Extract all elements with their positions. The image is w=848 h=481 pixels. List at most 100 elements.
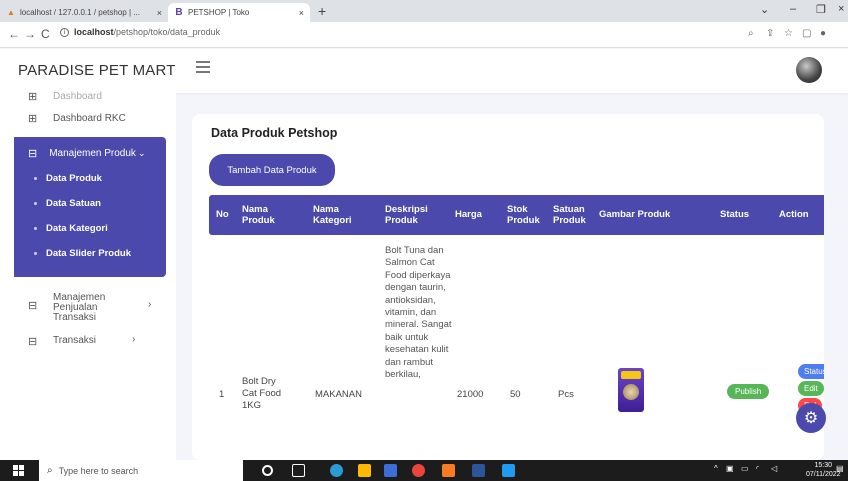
site-info-icon[interactable]: i: [60, 27, 69, 37]
grid-icon: ⊞: [28, 112, 38, 125]
col-header-gambar: Gambar Produk: [599, 209, 671, 220]
share-icon[interactable]: ⇪: [766, 28, 774, 39]
sidebar-panel-icon[interactable]: ▢: [802, 28, 811, 39]
volume-icon[interactable]: ◁: [771, 464, 777, 473]
cell-deskripsi: Bolt Tuna dan Salmon Cat Food diperkaya …: [385, 245, 452, 381]
sidebar-item-dashboard[interactable]: ⊞ Dashboard: [0, 85, 176, 107]
url-field[interactable]: i localhost /petshop/toko/data_produk: [60, 27, 220, 37]
subitem-label: Data Produk: [46, 173, 102, 184]
url-path: /petshop/toko/data_produk: [113, 27, 221, 37]
sidebar-group-header[interactable]: ⊟ Manajemen Produk ⌄: [28, 147, 145, 160]
back-icon[interactable]: ←: [8, 27, 20, 41]
table-icon: ⊟: [28, 336, 38, 348]
product-image: [618, 368, 644, 412]
bullet-icon: [34, 226, 37, 230]
sidebar-subitem-data-produk[interactable]: Data Produk: [34, 173, 102, 184]
sidebar-item-transaksi[interactable]: ⊟ Transaksi ›: [0, 333, 176, 349]
cell-no: 1: [219, 389, 225, 400]
settings-gear-icon[interactable]: ⚙: [796, 403, 826, 433]
sidebar-subitem-data-slider-produk[interactable]: Data Slider Produk: [34, 248, 131, 259]
word-icon[interactable]: [472, 464, 485, 477]
hamburger-menu-icon[interactable]: [196, 61, 210, 76]
address-bar: ← → C i localhost /petshop/toko/data_pro…: [0, 22, 848, 48]
cell-kategori: MAKANAN: [315, 389, 362, 400]
notification-icon[interactable]: ▤: [836, 464, 844, 473]
xampp-app-icon[interactable]: [442, 464, 455, 477]
chevron-right-icon: ›: [148, 299, 152, 310]
forward-icon[interactable]: →: [24, 27, 36, 41]
status-button[interactable]: Status: [798, 364, 824, 379]
tab-label: localhost / 127.0.0.1 / petshop | ...: [20, 8, 140, 17]
subitem-label: Data Kategori: [46, 223, 108, 234]
col-header-no: No: [216, 209, 229, 220]
sidebar-item-label: Manajemen Penjualan Transaksi: [53, 292, 106, 323]
bullet-icon: [34, 201, 37, 205]
grid-icon: ⊞: [28, 90, 38, 103]
reload-icon[interactable]: C: [41, 27, 50, 41]
table-row: 1 Bolt Dry Cat Food 1KG MAKANAN Bolt Tun…: [209, 235, 824, 460]
sidebar-subitem-data-kategori[interactable]: Data Kategori: [34, 223, 108, 234]
edit-button[interactable]: Edit: [798, 381, 824, 396]
tray-app-icon[interactable]: ▣: [726, 464, 734, 473]
search-icon: ⌕: [47, 465, 53, 476]
col-header-deskripsi: Deskripsi Produk: [385, 204, 428, 226]
new-tab-button[interactable]: +: [318, 3, 326, 19]
col-header-harga: Harga: [455, 209, 482, 220]
cell-harga: 21000: [457, 389, 484, 400]
col-header-status: Status: [720, 209, 750, 220]
brand-logo[interactable]: PARADISE PET MART: [18, 62, 176, 79]
minimize-icon[interactable]: –: [790, 3, 796, 15]
page-title: Data Produk Petshop: [211, 126, 338, 140]
bullet-icon: [34, 176, 37, 180]
zoom-icon[interactable]: ⌕: [748, 28, 754, 39]
tab-petshop[interactable]: B PETSHOP | Toko ×: [168, 3, 310, 22]
close-window-icon[interactable]: ×: [838, 3, 844, 15]
product-logo: [621, 371, 641, 379]
taskbar-search-box[interactable]: ⌕ Type here to search: [39, 460, 243, 481]
tab-search-icon[interactable]: ⌄: [760, 3, 769, 16]
sidebar-subitem-data-satuan[interactable]: Data Satuan: [34, 198, 101, 209]
url-host: localhost: [74, 27, 114, 37]
chevron-right-icon: ›: [132, 334, 136, 345]
profile-icon[interactable]: ●: [820, 28, 826, 39]
bookmark-star-icon[interactable]: ☆: [784, 28, 793, 39]
task-view-icon[interactable]: [292, 464, 305, 477]
close-tab-icon[interactable]: ×: [157, 8, 162, 18]
avatar[interactable]: [796, 57, 822, 83]
sidebar-item-label: Dashboard: [53, 90, 102, 102]
add-product-button[interactable]: Tambah Data Produk: [209, 154, 335, 186]
col-header-action: Action: [779, 209, 809, 220]
tab-phpmyadmin[interactable]: ▲ localhost / 127.0.0.1 / petshop | ... …: [0, 3, 168, 22]
subitem-label: Data Satuan: [46, 198, 101, 209]
cell-satuan: Pcs: [558, 389, 574, 400]
status-badge[interactable]: Publish: [727, 384, 770, 399]
chrome-icon[interactable]: [412, 464, 425, 477]
cell-stok: 50: [510, 389, 521, 400]
store-icon[interactable]: [384, 464, 397, 477]
file-explorer-icon[interactable]: [358, 464, 371, 477]
table-icon: ⊟: [28, 148, 38, 160]
sidebar-item-label: Transaksi: [53, 335, 96, 346]
edge-icon[interactable]: [330, 464, 343, 477]
data-produk-card: Data Produk Petshop Tambah Data Produk N…: [192, 114, 824, 460]
cortana-icon[interactable]: [262, 465, 273, 476]
tray-chevron-icon[interactable]: ^: [714, 464, 718, 473]
sidebar: ⊞ Dashboard ⊞ Dashboard RKC ⊟ Manajemen …: [0, 91, 176, 460]
bootstrap-icon: B: [175, 7, 183, 18]
sidebar-item-dashboard-rkc[interactable]: ⊞ Dashboard RKC: [0, 107, 176, 129]
sidebar-item-manajemen-penjualan[interactable]: ⊟ Manajemen Penjualan Transaksi ›: [0, 293, 176, 323]
vscode-icon[interactable]: [502, 464, 515, 477]
sidebar-item-manajemen-produk[interactable]: ⊟ Manajemen Produk ⌄ Data Produk Data Sa…: [14, 137, 166, 277]
restore-icon[interactable]: ❐: [816, 3, 826, 16]
browser-tab-bar: ▲ localhost / 127.0.0.1 / petshop | ... …: [0, 0, 848, 22]
col-header-nama-produk: Nama Produk: [242, 204, 275, 226]
sidebar-item-label: Manajemen Produk: [49, 148, 136, 159]
windows-start-icon[interactable]: [13, 465, 25, 476]
col-header-stok: Stok Produk: [507, 204, 540, 226]
close-tab-icon[interactable]: ×: [299, 8, 304, 18]
xampp-icon: ▲: [7, 8, 15, 17]
network-icon[interactable]: ◜: [756, 464, 759, 473]
bullet-icon: [34, 251, 37, 255]
table-header: No Nama Produk Nama Kategori Deskripsi P…: [209, 195, 824, 235]
battery-icon[interactable]: ▭: [741, 464, 749, 473]
